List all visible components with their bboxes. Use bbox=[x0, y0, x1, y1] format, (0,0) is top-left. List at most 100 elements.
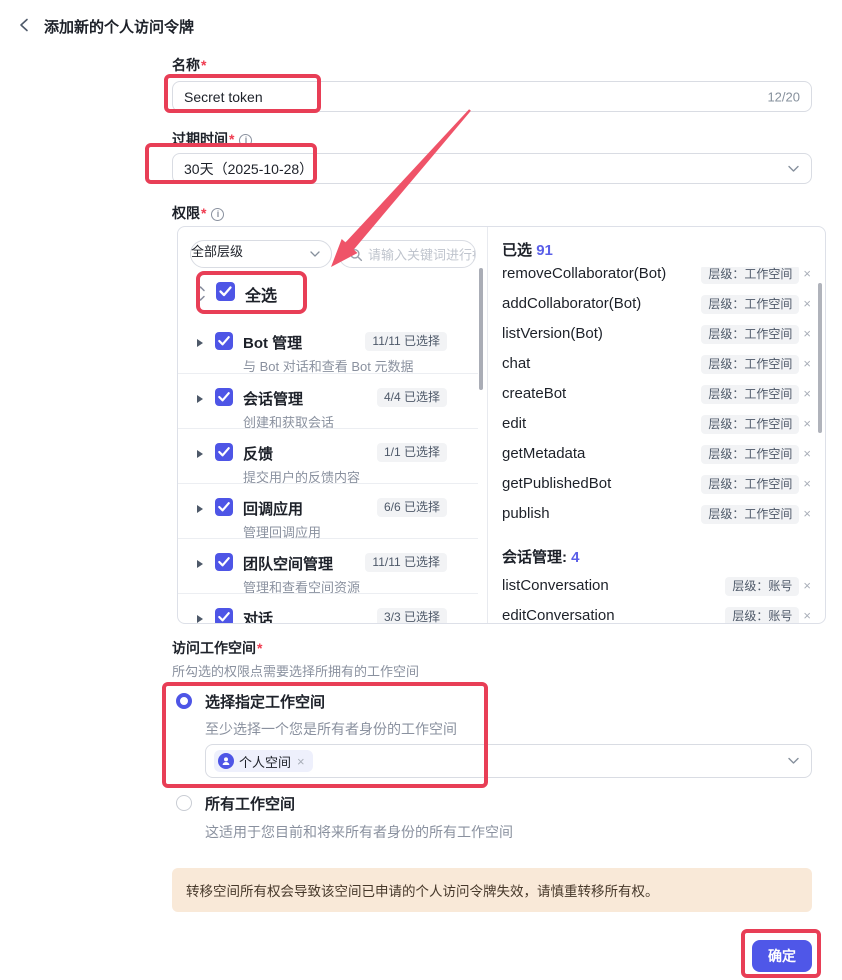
remove-icon[interactable]: × bbox=[803, 506, 811, 521]
remove-icon[interactable]: × bbox=[803, 356, 811, 371]
char-counter: 12/20 bbox=[767, 89, 800, 104]
selection-badge: 6/6 已选择 bbox=[377, 498, 447, 517]
level-filter-select[interactable]: 全部层级 bbox=[190, 240, 332, 268]
remove-icon[interactable]: × bbox=[803, 267, 811, 281]
select-all-label: 全选 bbox=[245, 282, 277, 306]
option-all-title[interactable]: 所有工作空间 bbox=[205, 793, 295, 814]
back-button[interactable] bbox=[16, 16, 34, 34]
tree-checkbox[interactable] bbox=[215, 498, 233, 516]
option-specific-desc: 至少选择一个您是所有者身份的工作空间 bbox=[205, 719, 457, 739]
check-icon bbox=[216, 282, 235, 301]
level-tag: 层级：工作空间 bbox=[701, 415, 799, 434]
remove-icon[interactable]: × bbox=[803, 416, 811, 431]
selected-item: listConversation层级：账号× bbox=[488, 571, 826, 601]
name-input[interactable]: Secret token 12/20 bbox=[172, 81, 812, 112]
selected-list: removeCollaborator(Bot)层级：工作空间× addColla… bbox=[488, 267, 826, 623]
expand-triangle-icon[interactable] bbox=[197, 615, 203, 623]
selection-badge: 11/11 已选择 bbox=[365, 332, 447, 351]
remove-icon[interactable]: × bbox=[803, 326, 811, 341]
workspace-label: 访问工作空间* bbox=[172, 638, 262, 658]
remove-icon[interactable]: × bbox=[297, 754, 305, 769]
unfold-icon[interactable] bbox=[195, 285, 206, 302]
right-pane-scrollbar[interactable] bbox=[818, 283, 822, 433]
permissions-label: 权限*i bbox=[172, 203, 224, 223]
chevron-down-icon bbox=[310, 251, 320, 257]
selected-section-header: 会话管理: 4 bbox=[488, 541, 826, 571]
selected-list-viewport: removeCollaborator(Bot)层级：工作空间× addColla… bbox=[488, 267, 826, 623]
selected-item: publish层级：工作空间× bbox=[488, 499, 826, 529]
workspace-subtitle: 所勾选的权限点需要选择所拥有的工作空间 bbox=[172, 661, 419, 680]
selection-badge: 3/3 已选择 bbox=[377, 608, 447, 624]
avatar bbox=[218, 753, 234, 769]
tree-row-callback[interactable]: 回调应用 6/6 已选择 管理回调应用 bbox=[178, 483, 478, 538]
keyword-search-input[interactable]: 请输入关键词进行搜索 bbox=[338, 240, 476, 268]
expand-triangle-icon[interactable] bbox=[197, 560, 203, 568]
workspace-select-input[interactable]: 个人空间 × bbox=[205, 744, 812, 778]
selected-item: createBot层级：工作空间× bbox=[488, 379, 826, 409]
chevron-left-icon bbox=[16, 16, 34, 34]
remove-icon[interactable]: × bbox=[803, 386, 811, 401]
name-input-value: Secret token bbox=[184, 89, 263, 105]
tree-row-bot-manage[interactable]: Bot 管理 11/11 已选择 与 Bot 对话和查看 Bot 元数据 bbox=[178, 323, 478, 378]
level-tag: 层级：工作空间 bbox=[701, 355, 799, 374]
expiry-label: 过期时间*i bbox=[172, 129, 252, 149]
remove-icon[interactable]: × bbox=[803, 578, 811, 593]
remove-icon[interactable]: × bbox=[803, 296, 811, 311]
select-all-checkbox[interactable] bbox=[216, 282, 235, 301]
confirm-button[interactable]: 确定 bbox=[752, 940, 812, 972]
tree-row-session[interactable]: 会话管理 4/4 已选择 创建和获取会话 bbox=[178, 373, 478, 428]
person-icon bbox=[221, 756, 231, 766]
selected-item: getMetadata层级：工作空间× bbox=[488, 439, 826, 469]
tree-checkbox[interactable] bbox=[215, 332, 233, 350]
option-specific-title[interactable]: 选择指定工作空间 bbox=[205, 691, 325, 712]
tree-checkbox[interactable] bbox=[215, 443, 233, 461]
radio-all-workspaces[interactable] bbox=[176, 795, 192, 811]
expiry-value: 30天（2025-10-28） bbox=[184, 159, 313, 179]
tree-row-feedback[interactable]: 反馈 1/1 已选择 提交用户的反馈内容 bbox=[178, 428, 478, 483]
tree-title: 会话管理 bbox=[243, 388, 303, 409]
expiry-select[interactable]: 30天（2025-10-28） bbox=[172, 153, 812, 184]
selection-badge: 4/4 已选择 bbox=[377, 388, 447, 407]
selected-item: getPublishedBot层级：工作空间× bbox=[488, 469, 826, 499]
tree-row-team-space[interactable]: 团队空间管理 11/11 已选择 管理和查看空间资源 bbox=[178, 538, 478, 593]
tree-title: Bot 管理 bbox=[243, 332, 302, 353]
tree-checkbox[interactable] bbox=[215, 553, 233, 571]
workspace-tag: 个人空间 × bbox=[214, 750, 313, 772]
level-tag: 层级：账号 bbox=[725, 577, 799, 596]
search-placeholder: 请输入关键词进行搜索 bbox=[368, 245, 476, 264]
level-tag: 层级：工作空间 bbox=[701, 475, 799, 494]
remove-icon[interactable]: × bbox=[803, 608, 811, 623]
level-tag: 层级：工作空间 bbox=[701, 505, 799, 524]
add-token-page: 添加新的个人访问令牌 名称* Secret token 12/20 过期时间*i… bbox=[0, 0, 842, 980]
level-tag: 层级：工作空间 bbox=[701, 325, 799, 344]
name-label: 名称* bbox=[172, 55, 206, 75]
tree-checkbox[interactable] bbox=[215, 388, 233, 406]
level-tag: 层级：工作空间 bbox=[701, 267, 799, 284]
level-tag: 层级：账号 bbox=[725, 607, 799, 623]
expand-triangle-icon[interactable] bbox=[197, 395, 203, 403]
warning-banner: 转移空间所有权会导致该空间已申请的个人访问令牌失效，请慎重转移所有权。 bbox=[172, 868, 812, 912]
selection-badge: 1/1 已选择 bbox=[377, 443, 447, 462]
level-tag: 层级：工作空间 bbox=[701, 445, 799, 464]
selection-badge: 11/11 已选择 bbox=[365, 553, 447, 572]
expand-triangle-icon[interactable] bbox=[197, 339, 203, 347]
page-title: 添加新的个人访问令牌 bbox=[44, 16, 194, 37]
expand-triangle-icon[interactable] bbox=[197, 505, 203, 513]
info-icon: i bbox=[239, 134, 252, 147]
tree-title: 回调应用 bbox=[243, 498, 303, 519]
selected-item: editConversation层级：账号× bbox=[488, 601, 826, 623]
select-all-row[interactable]: 全选 bbox=[178, 275, 478, 311]
tree-checkbox[interactable] bbox=[215, 608, 233, 624]
tree-row-dialog[interactable]: 对话 3/3 已选择 bbox=[178, 593, 478, 624]
selected-count: 91 bbox=[536, 242, 553, 259]
level-filter-value: 全部层级 bbox=[191, 244, 243, 259]
remove-icon[interactable]: × bbox=[803, 446, 811, 461]
selected-item: removeCollaborator(Bot)层级：工作空间× bbox=[488, 267, 826, 289]
remove-icon[interactable]: × bbox=[803, 476, 811, 491]
radio-specific-workspace[interactable] bbox=[176, 693, 192, 709]
expand-triangle-icon[interactable] bbox=[197, 450, 203, 458]
tree-title: 对话 bbox=[243, 608, 273, 624]
selected-pane: 已选 91 removeCollaborator(Bot)层级：工作空间× ad… bbox=[488, 227, 826, 623]
left-pane-scrollbar[interactable] bbox=[479, 268, 483, 390]
chevron-down-icon bbox=[788, 758, 799, 765]
